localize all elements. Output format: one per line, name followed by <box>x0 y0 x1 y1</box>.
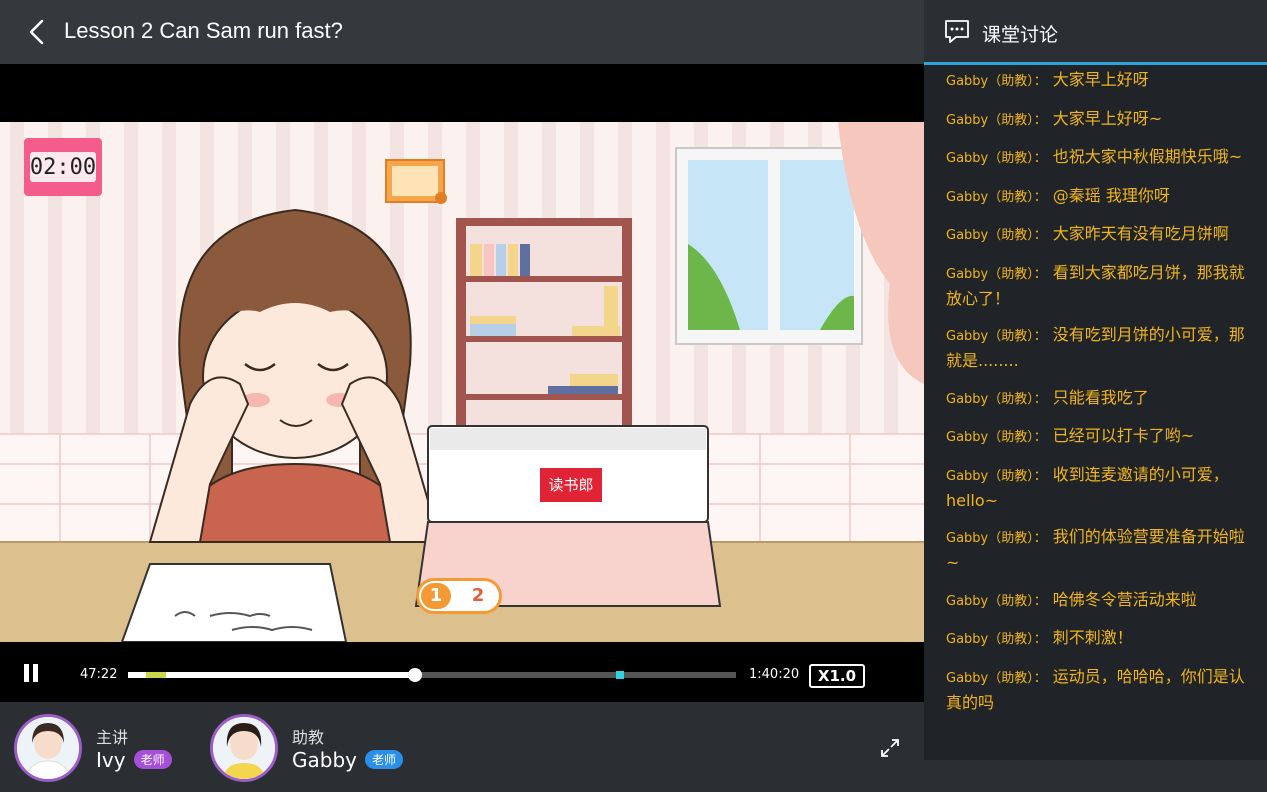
current-time: 47:22 <box>80 667 118 682</box>
chat-message-sender: Gabby（助教）： <box>946 74 1047 89</box>
chat-message-text: 哈佛冬令营活动来啦 <box>1052 589 1197 609</box>
teacher-bar: 主讲 Ivy 老师 助教 Gabby 老师 <box>0 702 924 792</box>
back-button[interactable] <box>24 18 52 46</box>
teacher-role: 助教 <box>292 728 325 747</box>
chat-message-sender: Gabby（助教）： <box>946 468 1047 484</box>
teacher-badge: 老师 <box>133 750 172 769</box>
expand-icon <box>881 739 899 757</box>
playback-speed-button[interactable]: X1.0 <box>809 664 865 688</box>
laptop-logo: 读书郎 <box>548 476 593 494</box>
teacher-avatar-ivy <box>17 717 79 779</box>
teacher-name-line: Ivy 老师 <box>96 748 172 772</box>
chat-message: Gabby（助教）： 没有吃到月饼的小可爱，那就是........ <box>946 323 1249 373</box>
teacher-name: Gabby <box>292 748 357 772</box>
chat-message: Gabby（助教）： 我们的体验营要准备开始啦~ <box>946 525 1249 575</box>
avatar <box>210 714 278 782</box>
page-button-2[interactable]: 2 <box>463 583 493 609</box>
chat-message-text: 大家早上好呀 <box>1052 70 1149 89</box>
video-timer: 02:00 <box>30 155 96 180</box>
top-bar: Lesson 2 Can Sam run fast? <box>0 0 924 64</box>
pause-icon-bar <box>33 664 38 682</box>
player-controls: 47:22 1:40:20 X1.0 <box>0 642 924 702</box>
chat-message-sender: Gabby（助教）： <box>946 112 1047 128</box>
chat-message-text: 已经可以打卡了哟~ <box>1052 426 1195 445</box>
teacher-name-line: Gabby 老师 <box>292 748 403 772</box>
chat-message-text: 大家早上好呀~ <box>1052 108 1163 128</box>
progress-marker-yellow <box>146 672 166 678</box>
chat-message: Gabby（助教）： 运动员，哈哈哈，你们是认真的吗 <box>946 665 1249 715</box>
chat-message: Gabby（助教）： 已经可以打卡了哟~ <box>946 424 1249 450</box>
chat-message-text: @秦瑶 我理你呀 <box>1052 185 1170 205</box>
chat-message-sender: Gabby（助教）： <box>946 151 1047 166</box>
chat-message: Gabby（助教）： 刺不刺激！ <box>946 626 1249 652</box>
teacher-role: 主讲 <box>96 728 129 747</box>
page-button-1[interactable]: 1 <box>421 583 451 609</box>
chat-footer <box>924 760 1267 792</box>
chat-message-text: 也祝大家中秋假期快乐哦~ <box>1052 147 1243 166</box>
video-player[interactable]: 02:00 读书郎 1 2 <box>0 64 924 642</box>
chat-message-sender: Gabby（助教）： <box>946 670 1047 686</box>
chat-message: Gabby（助教）： 看到大家都吃月饼，那我就放心了！ <box>946 261 1249 311</box>
chat-message-text: 只能看我吃了 <box>1052 387 1149 407</box>
chat-message-sender: Gabby（助教）： <box>946 593 1047 609</box>
chat-message-sender: Gabby（助教）： <box>946 531 1047 546</box>
chat-message: Gabby（助教）： 大家早上好呀 <box>946 68 1249 94</box>
progress-marker-cyan <box>616 671 624 679</box>
pause-button[interactable] <box>24 664 42 686</box>
chat-message: Gabby（助教）： 只能看我吃了 <box>946 386 1249 412</box>
avatar <box>14 714 82 782</box>
chat-header: 课堂讨论 <box>924 0 1267 65</box>
chat-message: Gabby（助教）： 也祝大家中秋假期快乐哦~ <box>946 145 1249 171</box>
chevron-left-icon <box>29 19 44 45</box>
pause-icon <box>24 664 29 682</box>
chat-message: Gabby（助教）： 收到连麦邀请的小可爱，hello~ <box>946 463 1249 513</box>
chat-bubble-icon <box>945 20 969 43</box>
chat-message-list[interactable]: Gabby（助教）： 大家早上好呀 Gabby（助教）： 大家早上好呀~ Gabby（助… <box>924 68 1267 727</box>
chat-message: Gabby（助教）： 哈佛冬令营活动来啦 <box>946 588 1249 614</box>
chat-message-sender: Gabby（助教）： <box>946 632 1047 647</box>
chat-message-text: 刺不刺激！ <box>1052 628 1133 647</box>
chat-message: Gabby（助教）： @秦瑶 我理你呀 <box>946 184 1249 210</box>
chat-message-text: 大家昨天有没有吃月饼啊 <box>1052 224 1229 243</box>
chat-message: Gabby（助教）： 大家早上好呀~ <box>946 107 1249 133</box>
teacher-avatar-gabby <box>213 717 275 779</box>
chat-message: Gabby（助教）： 大家昨天有没有吃月饼啊 <box>946 222 1249 248</box>
fullscreen-button[interactable] <box>880 738 900 762</box>
progress-fill <box>128 672 415 678</box>
teacher-badge: 老师 <box>364 750 403 769</box>
chat-panel: 课堂讨论 Gabby（助教）： 大家早上好呀 Gabby（助教）： 大家早上好呀~ Ga… <box>924 0 1267 760</box>
chat-message-sender: Gabby（助教）： <box>946 391 1047 407</box>
teacher-name: Ivy <box>96 748 126 772</box>
chat-message-sender: Gabby（助教）： <box>946 228 1047 243</box>
chat-message-sender: Gabby（助教）： <box>946 189 1047 205</box>
total-time: 1:40:20 <box>749 667 800 682</box>
progress-bar[interactable] <box>128 668 736 682</box>
slide-page-buttons: 1 2 <box>416 578 502 614</box>
page-title: Lesson 2 Can Sam run fast? <box>64 18 343 43</box>
chat-message-sender: Gabby（助教）： <box>946 266 1047 282</box>
video-frame: 02:00 读书郎 <box>0 64 924 642</box>
chat-message-sender: Gabby（助教）： <box>946 430 1047 445</box>
chat-message-sender: Gabby（助教）： <box>946 329 1047 344</box>
progress-knob[interactable] <box>407 668 422 682</box>
chat-title: 课堂讨论 <box>982 24 1059 46</box>
